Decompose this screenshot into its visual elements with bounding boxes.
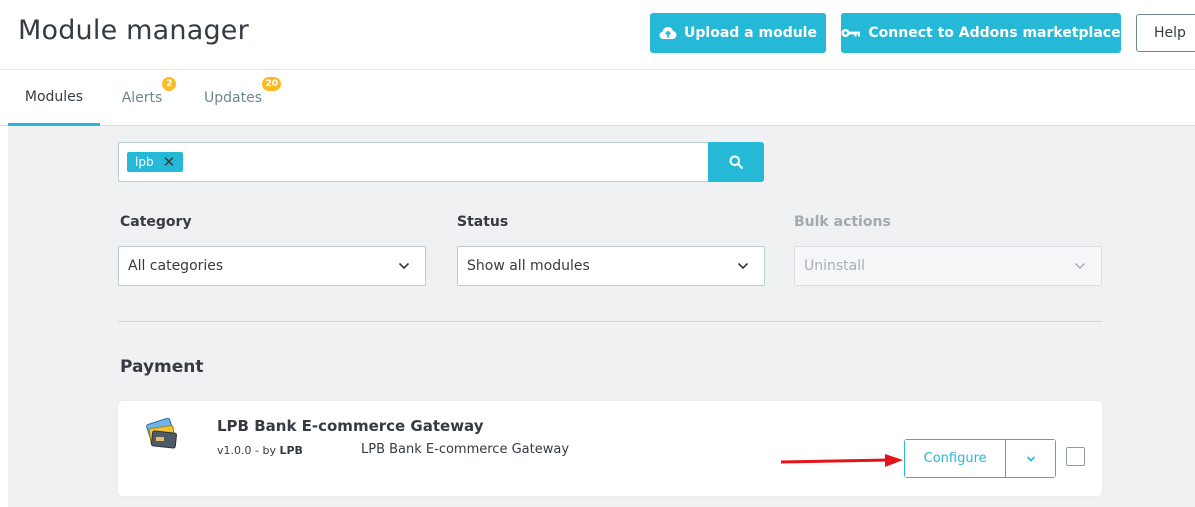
key-icon [841, 29, 861, 37]
module-version: v1.0.0 - by LPB [217, 444, 303, 457]
configure-button-group: Configure [904, 439, 1056, 478]
tab-alerts[interactable]: Alerts 2 [108, 70, 177, 126]
module-bulk-checkbox[interactable] [1066, 447, 1085, 466]
search-icon [729, 155, 743, 169]
cloud-upload-icon [659, 27, 677, 39]
chevron-down-icon [398, 262, 410, 270]
updates-count-badge: 20 [262, 77, 281, 91]
close-icon[interactable]: ✕ [163, 154, 176, 170]
search-input[interactable]: lpb ✕ [118, 142, 708, 182]
tab-alerts-text: Alerts [121, 90, 163, 106]
module-description: LPB Bank E-commerce Gateway [361, 442, 570, 457]
tab-updates[interactable]: Updates 20 [188, 70, 281, 126]
category-label: Category [120, 214, 192, 230]
tab-modules[interactable]: Modules [8, 70, 100, 126]
module-name: LPB Bank E-commerce Gateway [217, 417, 484, 435]
status-select[interactable]: Show all modules [457, 246, 765, 286]
tab-updates-label: Updates 20 [204, 77, 281, 106]
divider [118, 321, 1102, 322]
search-button[interactable] [708, 142, 764, 182]
configure-button[interactable]: Configure [905, 440, 1007, 477]
page-title: Module manager [18, 15, 249, 46]
category-select-value: All categories [128, 258, 224, 274]
chevron-down-icon [737, 262, 749, 270]
tab-updates-text: Updates [204, 90, 262, 106]
bulk-actions-select[interactable]: Uninstall [794, 246, 1102, 286]
help-button[interactable]: Help [1136, 14, 1195, 52]
chevron-down-icon [1026, 455, 1035, 462]
tab-modules-label: Modules [24, 88, 84, 105]
alerts-count-badge: 2 [162, 77, 177, 91]
chevron-down-icon [1075, 263, 1085, 269]
connect-addons-button[interactable]: Connect to Addons marketplace [841, 13, 1121, 53]
bulk-actions-value: Uninstall [804, 258, 866, 274]
bulk-actions-label: Bulk actions [794, 214, 891, 230]
module-card: LPB Bank E-commerce Gateway v1.0.0 - by … [118, 401, 1102, 496]
status-label: Status [457, 214, 509, 230]
upload-module-button[interactable]: Upload a module [650, 13, 826, 53]
status-select-value: Show all modules [467, 258, 590, 274]
module-author: LPB [279, 444, 303, 457]
main-content: lpb ✕ Category All categories Status Sho… [8, 126, 1195, 507]
page-header: Module manager Upload a module Connect t… [0, 0, 1195, 70]
configure-dropdown-toggle[interactable] [1006, 440, 1055, 477]
search-tag: lpb ✕ [127, 152, 184, 172]
category-select[interactable]: All categories [118, 246, 426, 286]
arrow-annotation-icon [781, 454, 903, 467]
credit-card-icon [146, 418, 177, 449]
search-tag-label: lpb [135, 155, 154, 169]
upload-module-label: Upload a module [684, 25, 817, 41]
tab-bar: Modules Alerts 2 Updates 20 [0, 70, 1195, 126]
connect-addons-label: Connect to Addons marketplace [868, 25, 1121, 41]
section-title: Payment [120, 357, 204, 377]
module-version-text: v1.0.0 - by [217, 444, 276, 457]
tab-alerts-label: Alerts 2 [121, 77, 177, 106]
